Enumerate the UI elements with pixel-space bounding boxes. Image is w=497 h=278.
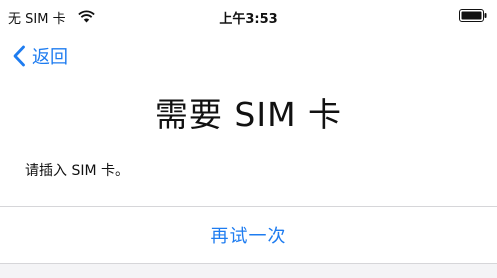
status-bar: 无 SIM 卡 上午3:53 xyxy=(0,0,497,34)
page-title: 需要 SIM 卡 xyxy=(154,95,343,134)
screen: 无 SIM 卡 上午3:53 返回 需要 SIM 卡 请插入 SIM 卡。 再试… xyxy=(0,0,497,278)
status-time: 上午3:53 xyxy=(219,12,278,27)
grouped-background xyxy=(0,264,497,278)
sim-message: 请插入 SIM 卡。 xyxy=(25,163,129,179)
chevron-left-icon xyxy=(13,45,25,67)
back-label: 返回 xyxy=(32,47,68,68)
battery-icon xyxy=(459,9,487,22)
retry-label: 再试一次 xyxy=(210,226,287,247)
back-button[interactable]: 返回 xyxy=(12,42,68,70)
retry-button[interactable]: 再试一次 xyxy=(0,207,497,263)
